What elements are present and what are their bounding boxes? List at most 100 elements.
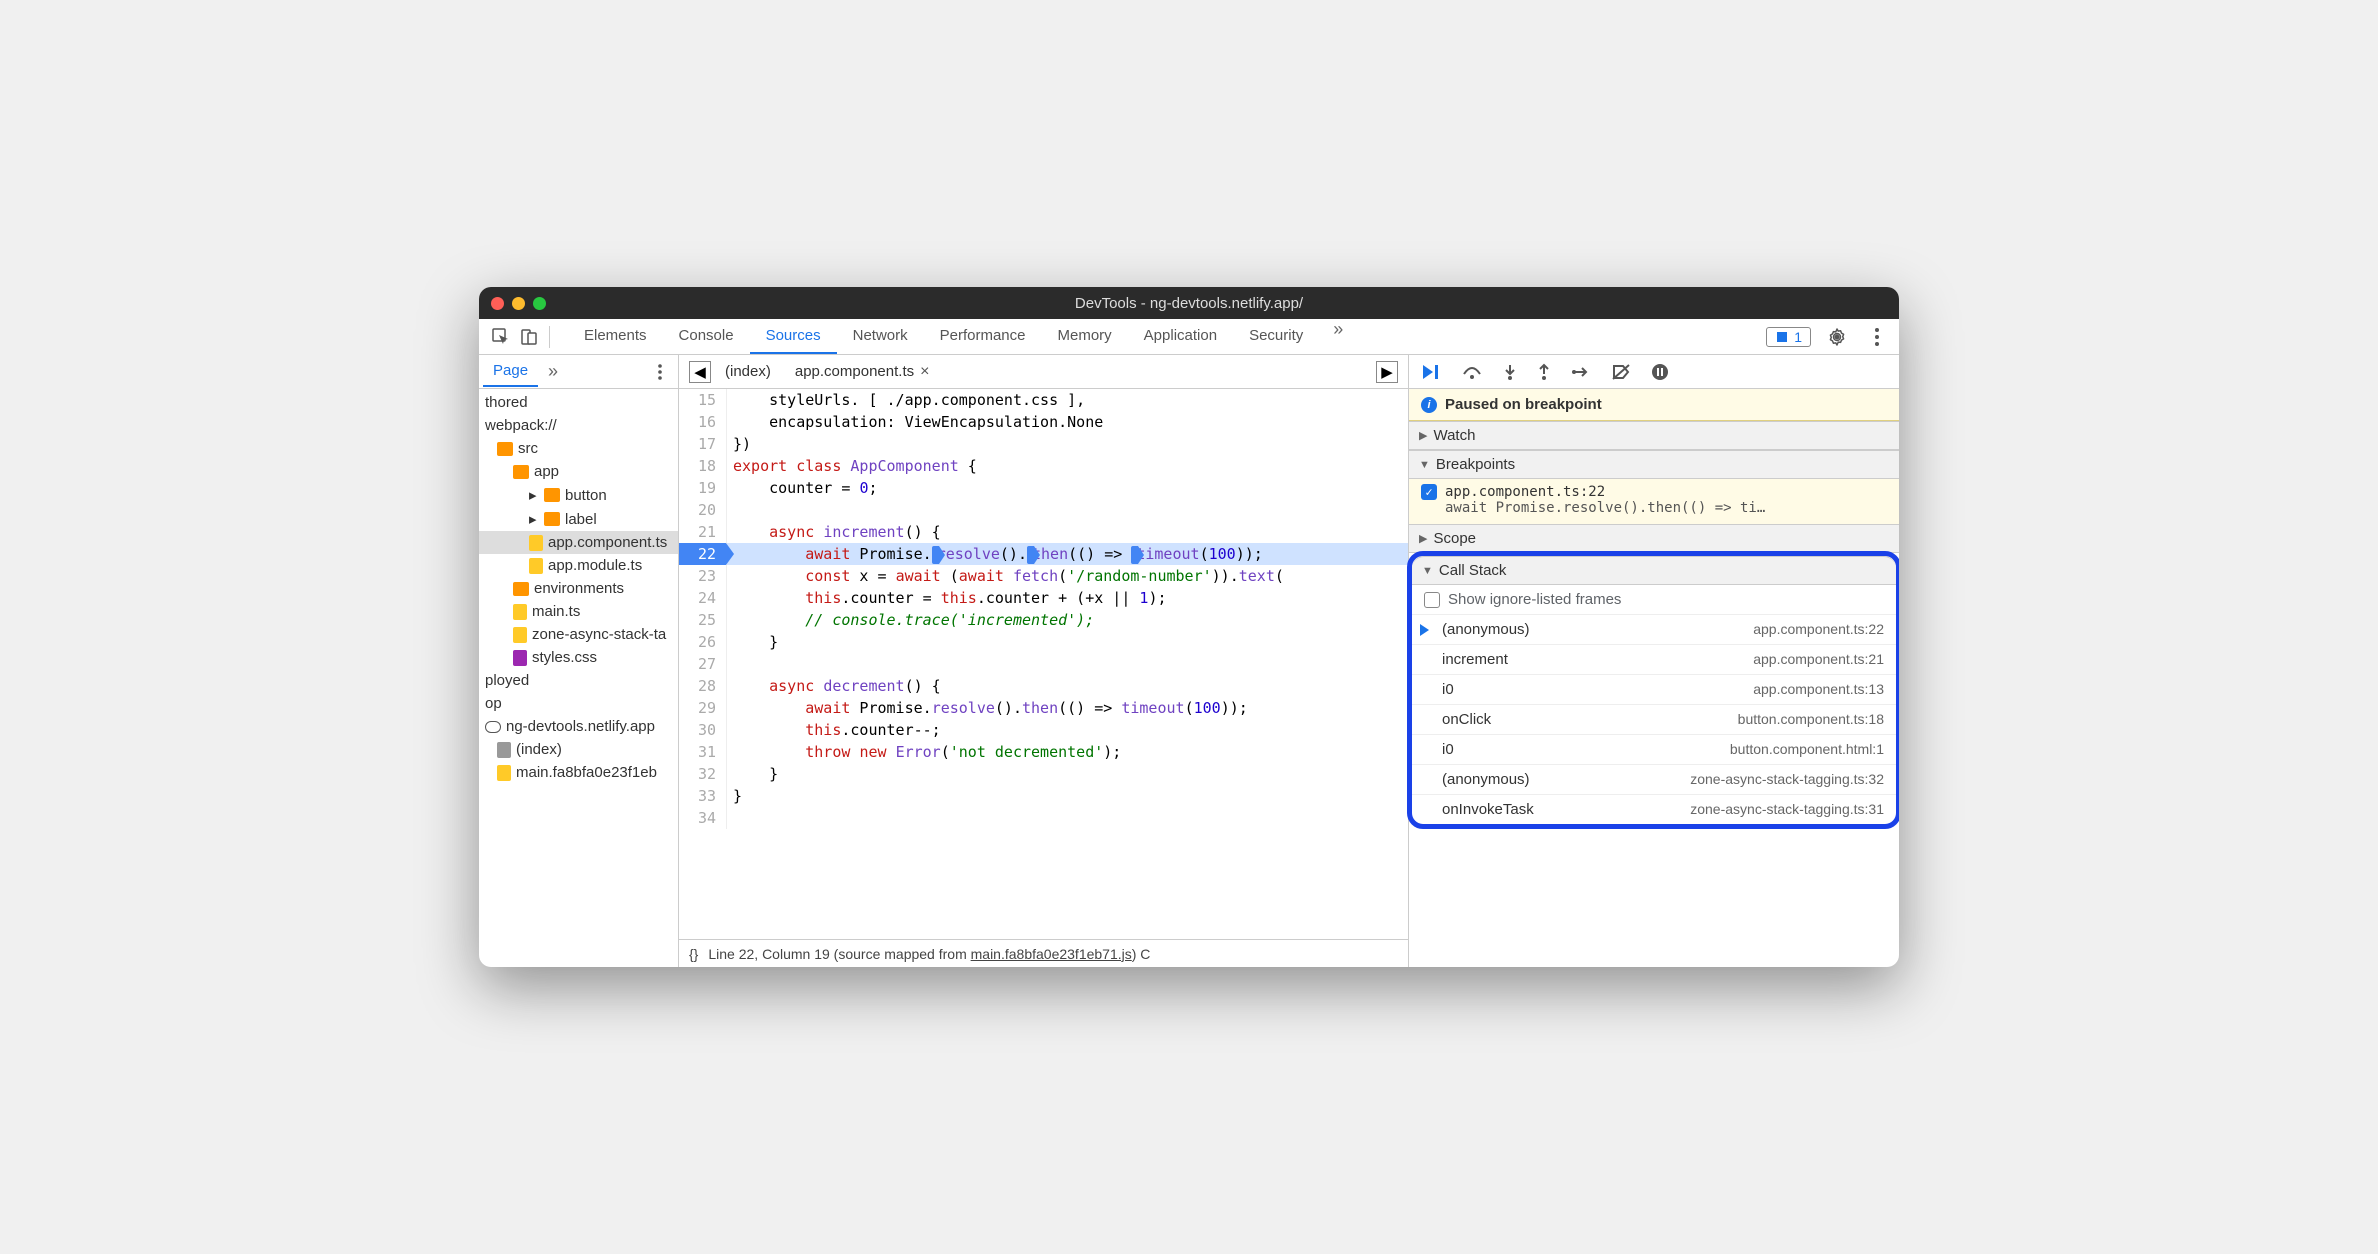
checkbox-checked-icon[interactable]: ✓ <box>1421 484 1437 500</box>
chevron-right-icon: ▶ <box>1419 532 1427 545</box>
tab-performance[interactable]: Performance <box>924 319 1042 354</box>
ts-file-icon <box>529 558 543 574</box>
step-into-icon[interactable] <box>1503 363 1517 381</box>
editor-tabs: ◀ (index) app.component.ts× ▶ <box>679 355 1408 389</box>
tree-folder-button[interactable]: ▸button <box>479 483 678 507</box>
tree-item[interactable]: ployed <box>479 669 678 692</box>
folder-icon <box>544 512 560 526</box>
tree-folder-env[interactable]: environments <box>479 577 678 600</box>
tree-item[interactable]: webpack:// <box>479 414 678 437</box>
folder-icon <box>544 488 560 502</box>
tree-file-appcomponent[interactable]: app.component.ts <box>479 531 678 554</box>
breakpoints-header[interactable]: ▼Breakpoints <box>1409 450 1899 479</box>
tree-domain[interactable]: ng-devtools.netlify.app <box>479 715 678 738</box>
file-icon <box>497 742 511 758</box>
zoom-window-button[interactable] <box>533 297 546 310</box>
paused-banner: i Paused on breakpoint <box>1409 389 1899 421</box>
settings-icon[interactable] <box>1823 323 1851 351</box>
stack-frame[interactable]: i0app.component.ts:13 <box>1412 675 1896 705</box>
nav-kebab-icon[interactable] <box>646 358 674 386</box>
tab-application[interactable]: Application <box>1128 319 1233 354</box>
tree-folder-src[interactable]: src <box>479 437 678 460</box>
chevron-down-icon: ▼ <box>1422 565 1433 577</box>
breakpoint-location: app.component.ts:22 <box>1445 484 1605 500</box>
stack-frame[interactable]: onClickbutton.component.ts:18 <box>1412 705 1896 735</box>
issues-badge[interactable]: 1 <box>1766 327 1811 347</box>
pause-exceptions-icon[interactable] <box>1651 363 1669 381</box>
tree-file-appmodule[interactable]: app.module.ts <box>479 554 678 577</box>
ts-file-icon <box>529 535 543 551</box>
breakpoint-item[interactable]: ✓ app.component.ts:22 await Promise.resol… <box>1409 479 1899 524</box>
debugger-panel: i Paused on breakpoint ▶Watch ▼Breakpoin… <box>1409 355 1899 967</box>
paused-message: Paused on breakpoint <box>1445 396 1602 413</box>
tab-memory[interactable]: Memory <box>1042 319 1128 354</box>
window-title: DevTools - ng-devtools.netlify.app/ <box>1075 295 1303 312</box>
stack-frame[interactable]: onInvokeTaskzone-async-stack-tagging.ts:… <box>1412 795 1896 824</box>
status-mapped: (source mapped from <box>834 946 971 962</box>
css-file-icon <box>513 650 527 666</box>
close-window-button[interactable] <box>491 297 504 310</box>
tree-item[interactable]: thored <box>479 391 678 414</box>
scope-header[interactable]: ▶Scope <box>1409 524 1899 553</box>
folder-icon <box>513 582 529 596</box>
expand-icon: ▸ <box>529 486 539 504</box>
tab-sources[interactable]: Sources <box>750 319 837 354</box>
tree-item[interactable]: op <box>479 692 678 715</box>
devtools-window: DevTools - ng-devtools.netlify.app/ Elem… <box>479 287 1899 967</box>
nav-tab-page[interactable]: Page <box>483 356 538 387</box>
nav-back-icon[interactable]: ◀ <box>689 361 711 383</box>
editor-tab-appcomponent[interactable]: app.component.ts× <box>785 359 940 385</box>
tree-file-zone[interactable]: zone-async-stack-ta <box>479 623 678 646</box>
tree-folder-app[interactable]: app <box>479 460 678 483</box>
device-toggle-icon[interactable] <box>515 323 543 351</box>
issue-count: 1 <box>1794 329 1802 345</box>
cloud-icon <box>485 721 501 733</box>
tab-console[interactable]: Console <box>663 319 750 354</box>
sourcemap-link[interactable]: main.fa8bfa0e23f1eb71.js <box>971 946 1132 962</box>
tree-file-mainjs[interactable]: main.fa8bfa0e23f1eb <box>479 761 678 784</box>
folder-icon <box>513 465 529 479</box>
watch-header[interactable]: ▶Watch <box>1409 421 1899 450</box>
callstack-header[interactable]: ▼Call Stack <box>1412 556 1896 585</box>
folder-icon <box>497 442 513 456</box>
deactivate-bp-icon[interactable] <box>1611 363 1631 381</box>
braces-icon[interactable]: {} <box>689 946 698 962</box>
step-icon[interactable] <box>1571 365 1591 379</box>
inspect-icon[interactable] <box>487 323 515 351</box>
info-icon: i <box>1421 397 1437 413</box>
stack-frame[interactable]: (anonymous)zone-async-stack-tagging.ts:3… <box>1412 765 1896 795</box>
stack-frame[interactable]: i0button.component.html:1 <box>1412 735 1896 765</box>
tree-folder-label[interactable]: ▸label <box>479 507 678 531</box>
code-editor[interactable]: 15 styleUrls. [ ./app.component.css ], 1… <box>679 389 1408 939</box>
stack-frame[interactable]: (anonymous)app.component.ts:22 <box>1412 615 1896 645</box>
stack-frame[interactable]: incrementapp.component.ts:21 <box>1412 645 1896 675</box>
titlebar: DevTools - ng-devtools.netlify.app/ <box>479 287 1899 319</box>
tab-elements[interactable]: Elements <box>568 319 663 354</box>
breakpoint-code: await Promise.resolve().then(() => ti… <box>1421 500 1887 516</box>
close-icon[interactable]: × <box>920 363 929 381</box>
tree-file-main[interactable]: main.ts <box>479 600 678 623</box>
expand-icon: ▸ <box>529 510 539 528</box>
tree-file-index[interactable]: (index) <box>479 738 678 761</box>
run-snippet-icon[interactable]: ▶ <box>1376 361 1398 383</box>
step-over-icon[interactable] <box>1461 364 1483 380</box>
checkbox-empty-icon[interactable] <box>1424 592 1440 608</box>
tree-file-styles[interactable]: styles.css <box>479 646 678 669</box>
show-ignored-option[interactable]: Show ignore-listed frames <box>1412 585 1896 615</box>
nav-more-tabs-icon[interactable]: » <box>538 361 568 382</box>
more-tabs-icon[interactable]: » <box>1319 319 1357 354</box>
ts-file-icon <box>513 604 527 620</box>
tab-security[interactable]: Security <box>1233 319 1319 354</box>
callstack-highlight-box: ▼Call Stack Show ignore-listed frames (a… <box>1407 551 1899 829</box>
ts-file-icon <box>513 627 527 643</box>
panel-tabs: Elements Console Sources Network Perform… <box>568 319 1357 354</box>
step-out-icon[interactable] <box>1537 363 1551 381</box>
editor-tab-index[interactable]: (index) <box>715 359 781 384</box>
file-tree[interactable]: thored webpack:// src app ▸button ▸label… <box>479 389 678 967</box>
cursor-position: Line 22, Column 19 <box>708 946 829 962</box>
minimize-window-button[interactable] <box>512 297 525 310</box>
kebab-menu-icon[interactable] <box>1863 323 1891 351</box>
resume-icon[interactable] <box>1421 363 1441 381</box>
chevron-right-icon: ▶ <box>1419 429 1427 442</box>
tab-network[interactable]: Network <box>837 319 924 354</box>
